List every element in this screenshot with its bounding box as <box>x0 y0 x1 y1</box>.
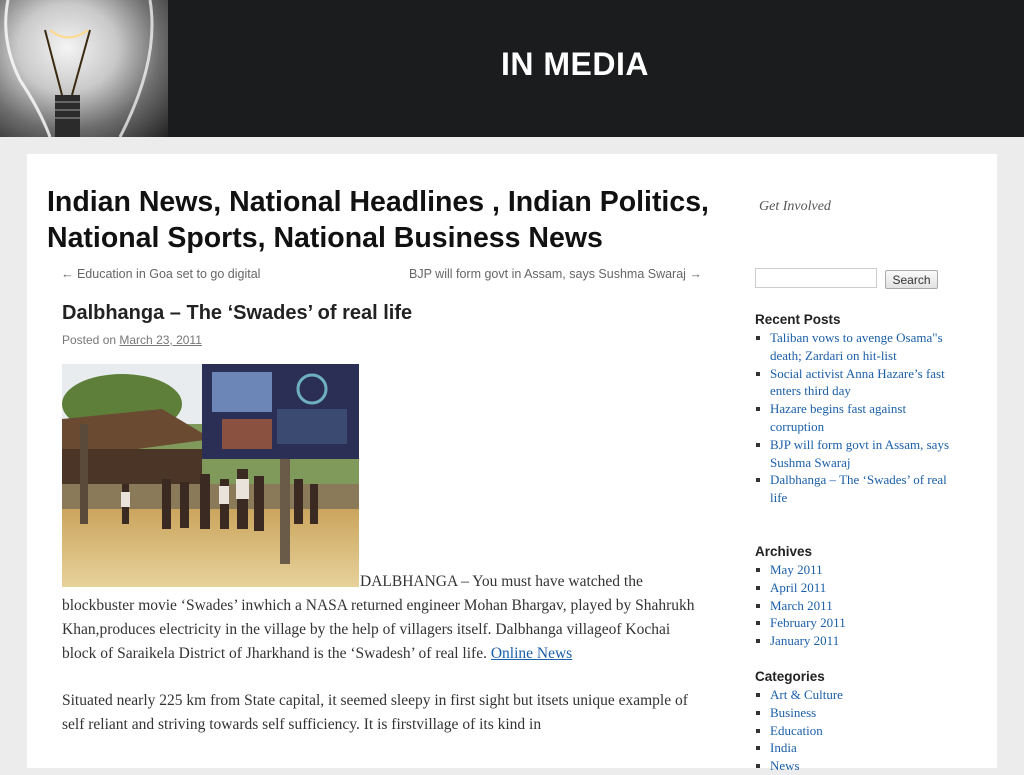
search-button[interactable]: Search <box>885 270 938 289</box>
village-photo-collage <box>62 364 359 587</box>
categories-list: Art & Culture Business Education India N… <box>755 686 955 775</box>
search-input[interactable] <box>755 268 877 288</box>
recent-posts-list: Taliban vows to avenge Osama"s death; Za… <box>755 329 955 507</box>
category-item[interactable]: Art & Culture <box>755 686 955 704</box>
recent-post-item[interactable]: BJP will form govt in Assam, says Sushma… <box>755 436 955 472</box>
category-item[interactable]: India <box>755 739 955 757</box>
site-title[interactable]: Indian News, National Headlines , Indian… <box>47 184 747 256</box>
archive-item[interactable]: March 2011 <box>755 597 955 615</box>
recent-post-item[interactable]: Dalbhanga – The ‘Swades’ of real life <box>755 471 955 507</box>
light-bulb-icon <box>4 0 154 137</box>
category-item[interactable]: News <box>755 757 955 775</box>
light-bulb-image <box>0 0 168 137</box>
archive-item[interactable]: April 2011 <box>755 579 955 597</box>
posted-on-label: Posted on <box>62 333 117 347</box>
recent-post-item[interactable]: Social activist Anna Hazare’s fast enter… <box>755 365 955 401</box>
categories-title: Categories <box>755 669 825 684</box>
archives-list: May 2011 April 2011 March 2011 February … <box>755 561 955 650</box>
archives-title: Archives <box>755 544 813 559</box>
category-item[interactable]: Education <box>755 722 955 740</box>
paragraph-1-text: DALBHANGA – You must have watched the bl… <box>62 573 695 662</box>
archive-item[interactable]: May 2011 <box>755 561 955 579</box>
online-news-link[interactable]: Online News <box>491 645 572 662</box>
category-item[interactable]: Business <box>755 704 955 722</box>
get-involved-link[interactable]: Get Involved <box>759 199 831 215</box>
post-meta: Posted on March 23, 2011 <box>62 333 202 347</box>
post-paragraph-1: DALBHANGA – You must have watched the bl… <box>62 570 702 666</box>
archive-item[interactable]: February 2011 <box>755 614 955 632</box>
village-photo <box>62 364 359 587</box>
webpage-screenshot: Indian News, National Headlines , Indian… <box>27 154 997 773</box>
next-post-link[interactable]: BJP will form govt in Assam, says Sushma… <box>409 267 702 281</box>
recent-post-item[interactable]: Hazare begins fast against corruption <box>755 400 955 436</box>
post-date-link[interactable]: March 23, 2011 <box>119 333 202 347</box>
previous-post-link[interactable]: ← Education in Goa set to go digital <box>61 267 260 281</box>
archive-item[interactable]: January 2011 <box>755 632 955 650</box>
recent-post-item[interactable]: Taliban vows to avenge Osama"s death; Za… <box>755 329 955 365</box>
post-paragraph-2: Situated nearly 225 km from State capita… <box>62 692 688 733</box>
post-content: DALBHANGA – You must have watched the bl… <box>62 570 702 737</box>
header-banner: IN MEDIA <box>0 0 1024 137</box>
post-title[interactable]: Dalbhanga – The ‘Swades’ of real life <box>62 302 412 325</box>
page-title: IN MEDIA <box>501 46 649 82</box>
recent-posts-title: Recent Posts <box>755 312 841 327</box>
